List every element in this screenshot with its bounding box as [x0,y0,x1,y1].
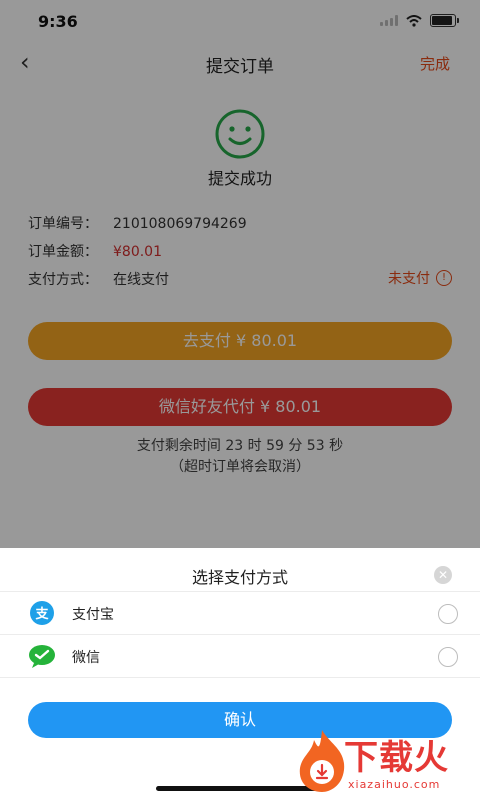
watermark: 下载火 xiazaihuo.com [284,726,480,800]
payment-option-label: 微信 [72,650,100,666]
wechat-icon [29,645,55,668]
radio-button[interactable] [438,604,458,624]
close-icon[interactable]: ✕ [434,566,452,584]
flame-logo-icon [299,730,345,792]
divider [0,677,480,678]
watermark-text: 下载火 [344,738,449,778]
radio-button[interactable] [438,647,458,667]
alipay-icon: 支 [30,601,54,625]
payment-option-wechat[interactable]: 微信 [0,635,480,677]
modal-overlay[interactable] [0,0,480,548]
payment-option-label: 支付宝 [72,607,114,623]
sheet-title: 选择支付方式 [191,568,288,587]
payment-option-alipay[interactable]: 支 支付宝 [0,592,480,634]
svg-text:支: 支 [34,606,49,622]
watermark-domain: xiazaihuo.com [348,778,441,791]
